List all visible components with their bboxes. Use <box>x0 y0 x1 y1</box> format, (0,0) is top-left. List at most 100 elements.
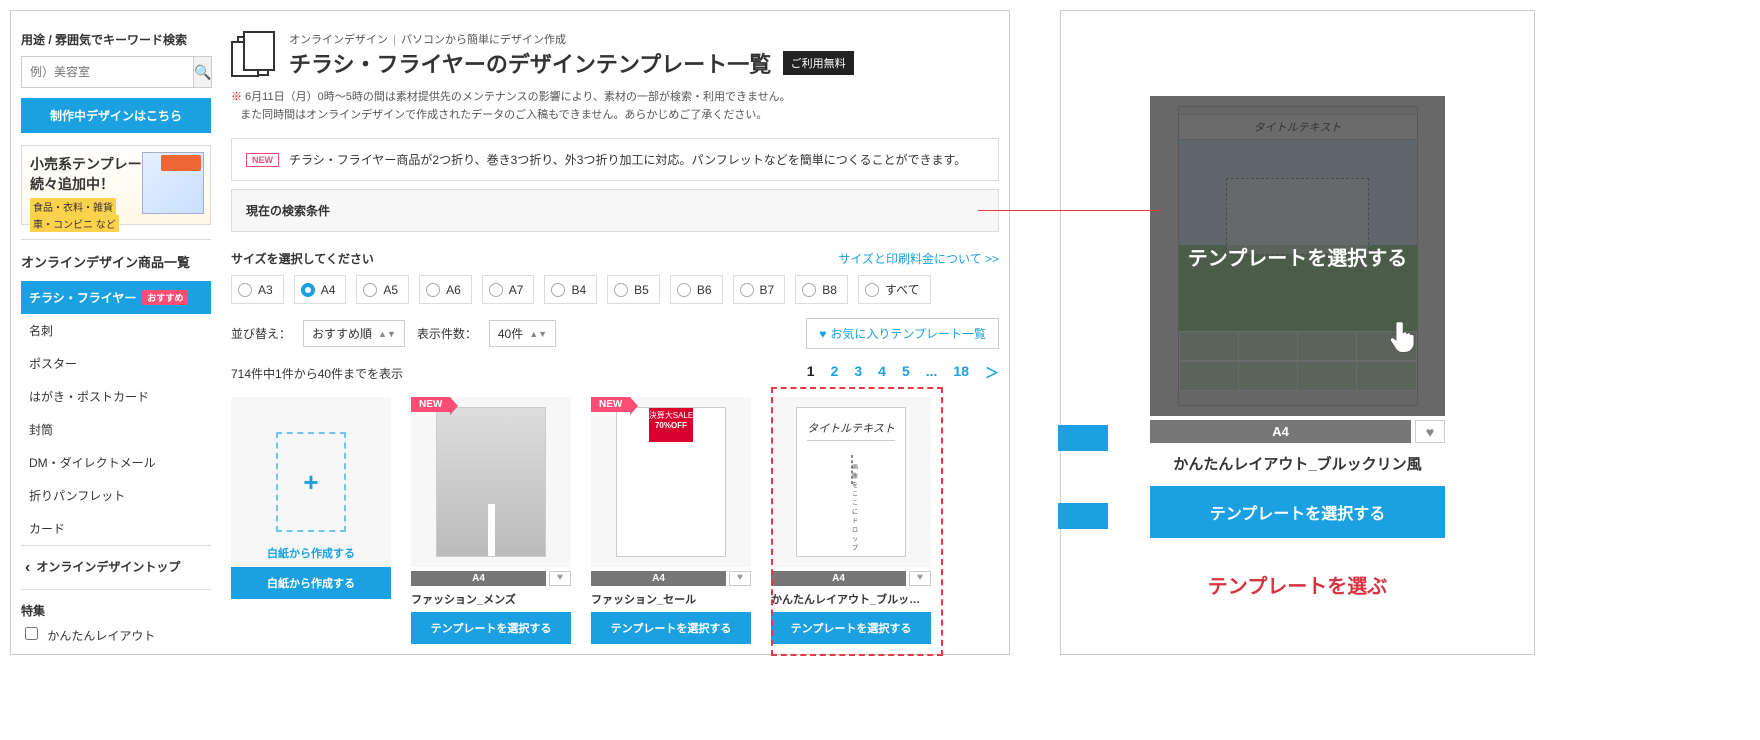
sort-select[interactable]: おすすめ順▲▼ <box>303 320 405 347</box>
template-thumbnail[interactable]: NEW <box>411 397 571 567</box>
radio-icon <box>363 283 377 297</box>
favorites-link[interactable]: お気に入りテンプレート一覧 <box>806 318 999 349</box>
main-content: オンラインデザイン | パソコンから簡単にデザイン作成 チラシ・フライヤーのデザ… <box>221 31 999 644</box>
template-card-3: タイトルテキスト画像をここにドロップA4♥かんたんレイアウト_ブルックリン風テン… <box>771 397 931 644</box>
size-option-A3[interactable]: A3 <box>231 275 284 304</box>
template-name: ファッション_メンズ <box>411 591 571 607</box>
current-filter-bar: 現在の検索条件 <box>231 189 999 232</box>
page-18[interactable]: 18 <box>953 363 969 383</box>
template-thumbnail[interactable]: タイトルテキスト画像をここにドロップ <box>771 397 931 567</box>
page-＞[interactable]: ＞ <box>985 363 999 383</box>
back-to-top-link[interactable]: オンラインデザイントップ <box>21 545 211 590</box>
size-select-label: サイズを選択してください <box>231 250 374 267</box>
per-page-label: 表示件数： <box>417 325 477 342</box>
select-template-button[interactable]: テンプレートを選択する <box>1150 486 1445 538</box>
select-template-button[interactable]: テンプレートを選択する <box>411 612 571 644</box>
page-4[interactable]: 4 <box>878 363 886 383</box>
size-option-B5[interactable]: B5 <box>607 275 660 304</box>
search-button[interactable]: 🔍 <box>194 56 212 88</box>
cursor-hand-icon <box>1390 320 1420 356</box>
favorite-button[interactable]: ♥ <box>1415 420 1445 443</box>
sort-label: 並び替え： <box>231 325 291 342</box>
hover-overlay: テンプレートを選択する <box>1150 96 1445 416</box>
blank-caption: 白紙から作成する <box>267 545 355 561</box>
sidebar-item-2[interactable]: ポスター <box>21 347 211 380</box>
size-option-すべて[interactable]: すべて <box>858 275 931 304</box>
sidebar-item-0[interactable]: チラシ・フライヤーおすすめ <box>21 281 211 314</box>
page-3[interactable]: 3 <box>854 363 862 383</box>
result-count: 714件中1件から40件までを表示 <box>231 365 403 382</box>
radio-icon <box>677 283 691 297</box>
select-template-button[interactable]: テンプレートを選択する <box>771 612 931 644</box>
info-bar: NEW チラシ・フライヤー商品が2つ折り、巻き3つ折り、外3つ折り加工に対応。パ… <box>231 138 999 181</box>
promo-tag-1: 食品・衣料・雑貨 <box>30 198 116 215</box>
template-thumbnail[interactable]: 決算大SALE70%OFFNEW <box>591 397 751 567</box>
breadcrumb-2: パソコンから簡単にデザイン作成 <box>401 34 566 46</box>
create-blank-button[interactable]: 白紙から作成する <box>231 567 391 599</box>
radio-icon <box>865 283 879 297</box>
heart-icon: ♥ <box>557 572 563 583</box>
page-2[interactable]: 2 <box>831 363 839 383</box>
radio-icon <box>802 283 816 297</box>
sidebar-item-3[interactable]: はがき・ポストカード <box>21 380 211 413</box>
recommended-badge: おすすめ <box>142 290 188 305</box>
sidebar-item-7[interactable]: カード <box>21 512 211 545</box>
size-option-A4[interactable]: A4 <box>294 275 347 304</box>
template-name: ファッション_セール <box>591 591 751 607</box>
radio-icon <box>301 283 315 297</box>
template-card-1: NEW A4 ♥ ファッション_メンズテンプレートを選択する <box>411 397 571 644</box>
breadcrumb: オンラインデザイン | パソコンから簡単にデザイン作成 <box>289 31 854 47</box>
heart-icon: ♥ <box>917 572 923 583</box>
template-preview[interactable]: タイトルテキスト テンプレートを選択する <box>1150 96 1445 416</box>
breadcrumb-1[interactable]: オンラインデザイン <box>289 34 388 46</box>
sidebar-item-4[interactable]: 封筒 <box>21 413 211 446</box>
search-label: 用途 / 雰囲気でキーワード検索 <box>21 31 211 48</box>
favorite-button[interactable]: ♥ <box>549 571 571 586</box>
heart-icon: ♥ <box>737 572 743 583</box>
template-card-2: 決算大SALE70%OFFNEW A4 ♥ ファッション_セールテンプレートを選択する <box>591 397 751 644</box>
flyer-stack-icon <box>231 31 277 81</box>
radio-icon <box>238 283 252 297</box>
filter-checkbox[interactable] <box>25 627 38 640</box>
chevron-down-icon: ▲▼ <box>529 329 547 339</box>
info-bar-text: チラシ・フライヤー商品が2つ折り、巻き3つ折り、外3つ折り加工に対応。パンフレッ… <box>289 151 966 168</box>
page-1[interactable]: 1 <box>807 363 815 383</box>
sidebar-item-5[interactable]: DM・ダイレクトメール <box>21 446 211 479</box>
product-list-heading: オンラインデザイン商品一覧 <box>21 239 211 281</box>
detail-panel: タイトルテキスト テンプレートを選択する A4 ♥ かんたんレイアウト_ブルック… <box>1060 10 1535 655</box>
search-icon: 🔍 <box>194 64 211 80</box>
filter-easy-layout[interactable]: かんたんレイアウト <box>21 625 159 647</box>
template-thumbnail[interactable]: +白紙から作成する <box>231 397 391 567</box>
sidebar-item-1[interactable]: 名刺 <box>21 314 211 347</box>
size-pricing-link[interactable]: サイズと印刷料金について >> <box>838 250 999 267</box>
radio-icon <box>489 283 503 297</box>
size-badge: A4 <box>591 571 726 586</box>
chevron-down-icon: ▲▼ <box>378 329 396 339</box>
select-template-button[interactable]: テンプレートを選択する <box>591 612 751 644</box>
size-option-A7[interactable]: A7 <box>482 275 535 304</box>
size-option-B4[interactable]: B4 <box>544 275 597 304</box>
sidebar-item-6[interactable]: 折りパンフレット <box>21 479 211 512</box>
favorite-button[interactable]: ♥ <box>729 571 751 586</box>
size-badge: A4 <box>771 571 906 586</box>
promo-banner[interactable]: 小売系テンプレートが 続々追加中！ 食品・衣料・雑貨 車・コンビニ など <box>21 145 211 225</box>
size-option-A5[interactable]: A5 <box>356 275 409 304</box>
page-5[interactable]: 5 <box>902 363 910 383</box>
template-name: かんたんレイアウト_ブルックリン風 <box>1150 453 1445 474</box>
size-option-B8[interactable]: B8 <box>795 275 848 304</box>
favorite-button[interactable]: ♥ <box>909 571 931 586</box>
in-progress-designs-button[interactable]: 制作中デザインはこちら <box>21 98 211 133</box>
promo-tag-2: 車・コンビニ など <box>30 215 119 232</box>
size-badge: A4 <box>411 571 546 586</box>
size-option-A6[interactable]: A6 <box>419 275 472 304</box>
maintenance-notice: ※ 6月11日（月）0時〜5時の間は素材提供先のメンテナンスの影響により、素材の… <box>231 89 999 124</box>
heart-icon: ♥ <box>1426 424 1434 440</box>
filter-label: かんたんレイアウト <box>47 629 155 643</box>
size-option-B7[interactable]: B7 <box>733 275 786 304</box>
new-tag: NEW <box>246 153 279 167</box>
page-...[interactable]: ... <box>926 363 938 383</box>
search-input[interactable] <box>21 56 194 88</box>
per-page-select[interactable]: 40件▲▼ <box>489 320 556 347</box>
size-option-B6[interactable]: B6 <box>670 275 723 304</box>
radio-icon <box>426 283 440 297</box>
